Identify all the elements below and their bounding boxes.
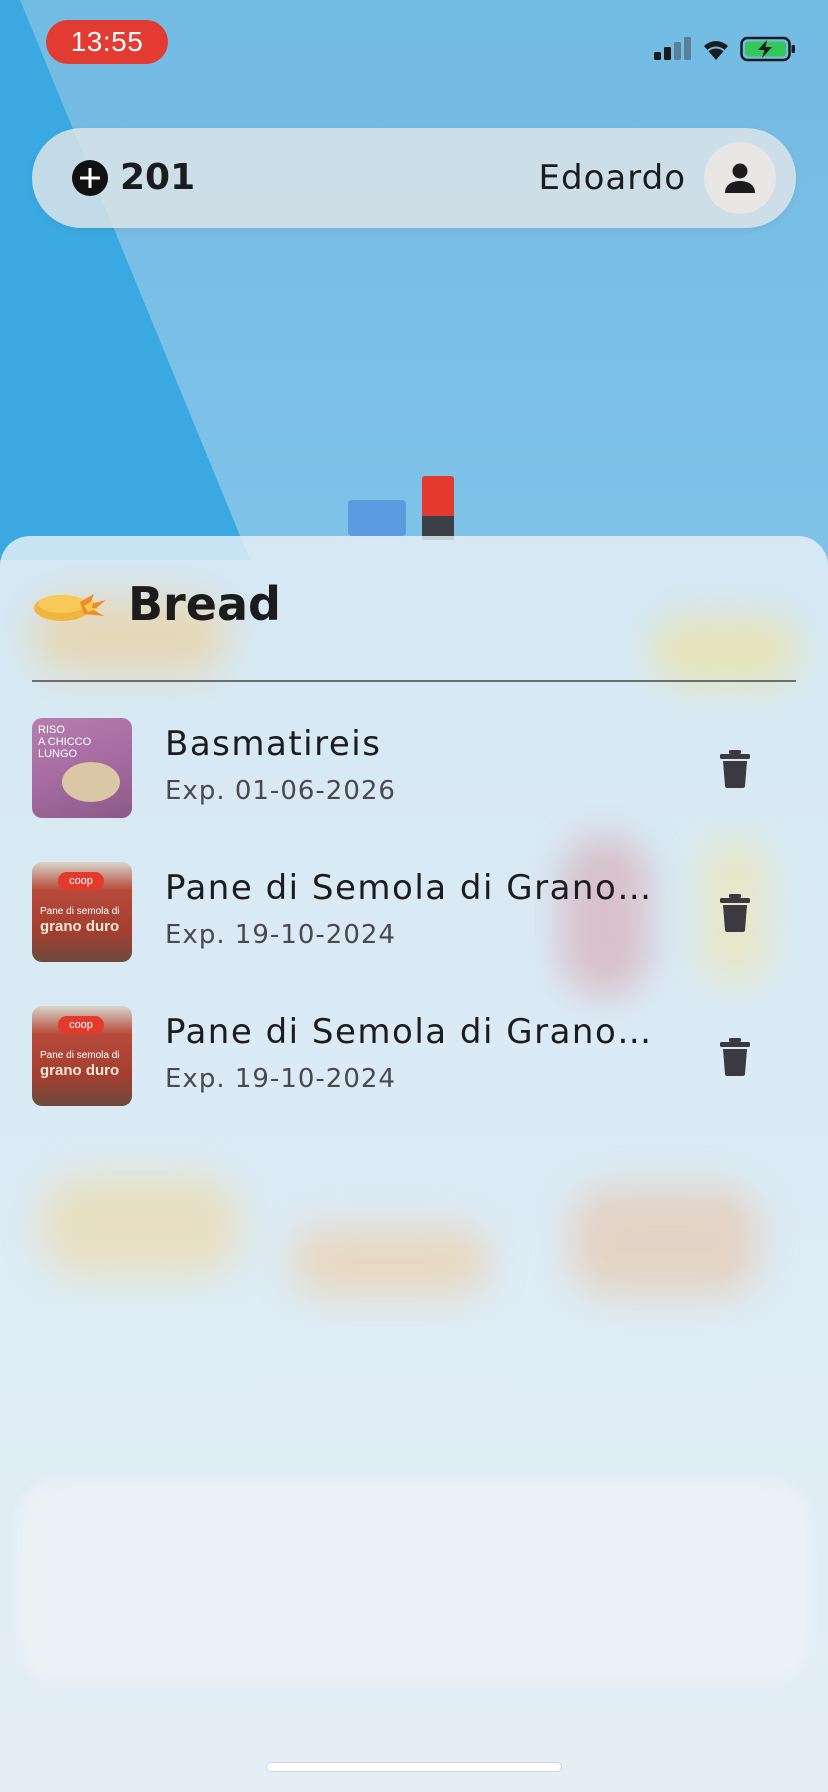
category-header: Bread (32, 576, 796, 632)
credits-count[interactable]: 201 (120, 128, 195, 228)
bread-icon (34, 594, 106, 621)
product-thumbnail: RISO A CHICCO LUNGO (32, 718, 132, 818)
product-expiry: Exp. 19-10-2024 (165, 1064, 396, 1094)
list-item[interactable]: coop Pane di semola di grano duro Pane d… (32, 1006, 796, 1150)
product-name: Pane di Semola di Grano… (165, 1012, 653, 1052)
thumbnail-text: RISO A CHICCO LUNGO (38, 724, 92, 760)
cellular-signal-icon (654, 37, 691, 60)
top-bar: 201 Edoardo (32, 128, 796, 228)
trash-icon[interactable] (720, 750, 750, 788)
list-item[interactable]: RISO A CHICCO LUNGO Basmatireis Exp. 01-0… (32, 718, 796, 862)
product-thumbnail: coop Pane di semola di grano duro (32, 1006, 132, 1106)
blurred-bottom-nav (18, 1482, 810, 1682)
category-title: Bread (128, 577, 281, 631)
thumbnail-text: Pane di semola di (40, 1050, 120, 1061)
category-bottom-sheet: Bread RISO A CHICCO LUNGO Basmatireis Exp… (0, 536, 828, 1792)
thumbnail-brand-logo: coop (58, 872, 104, 890)
product-name: Basmatireis (165, 724, 382, 764)
header-divider (32, 680, 796, 682)
trash-icon[interactable] (720, 894, 750, 932)
thumbnail-brand-logo: coop (58, 1016, 104, 1034)
plus-circle-icon[interactable] (72, 160, 108, 196)
product-list: RISO A CHICCO LUNGO Basmatireis Exp. 01-0… (32, 718, 796, 1150)
thumbnail-text: grano duro (40, 1062, 120, 1079)
product-name: Pane di Semola di Grano… (165, 868, 653, 908)
battery-charging-icon (740, 36, 795, 62)
avatar-button[interactable] (704, 142, 776, 214)
thumbnail-rice-bowl (62, 762, 120, 802)
blur-decoration (570, 1186, 760, 1296)
product-thumbnail: coop Pane di semola di grano duro (32, 862, 132, 962)
status-bar: 13:55 (0, 0, 828, 88)
home-indicator[interactable] (266, 1762, 562, 1772)
status-time: 13:55 (46, 20, 168, 64)
blur-decoration (290, 1226, 490, 1296)
product-expiry: Exp. 19-10-2024 (165, 920, 396, 950)
background-bottle-cap (348, 500, 406, 536)
person-icon (725, 163, 755, 193)
product-expiry: Exp. 01-06-2026 (165, 776, 396, 806)
username-label[interactable]: Edoardo (539, 128, 686, 228)
thumbnail-text: grano duro (40, 918, 120, 935)
wifi-icon (704, 41, 728, 60)
list-item[interactable]: coop Pane di semola di grano duro Pane d… (32, 862, 796, 1006)
thumbnail-text: Pane di semola di (40, 906, 120, 917)
blur-decoration (40, 1176, 240, 1276)
trash-icon[interactable] (720, 1038, 750, 1076)
